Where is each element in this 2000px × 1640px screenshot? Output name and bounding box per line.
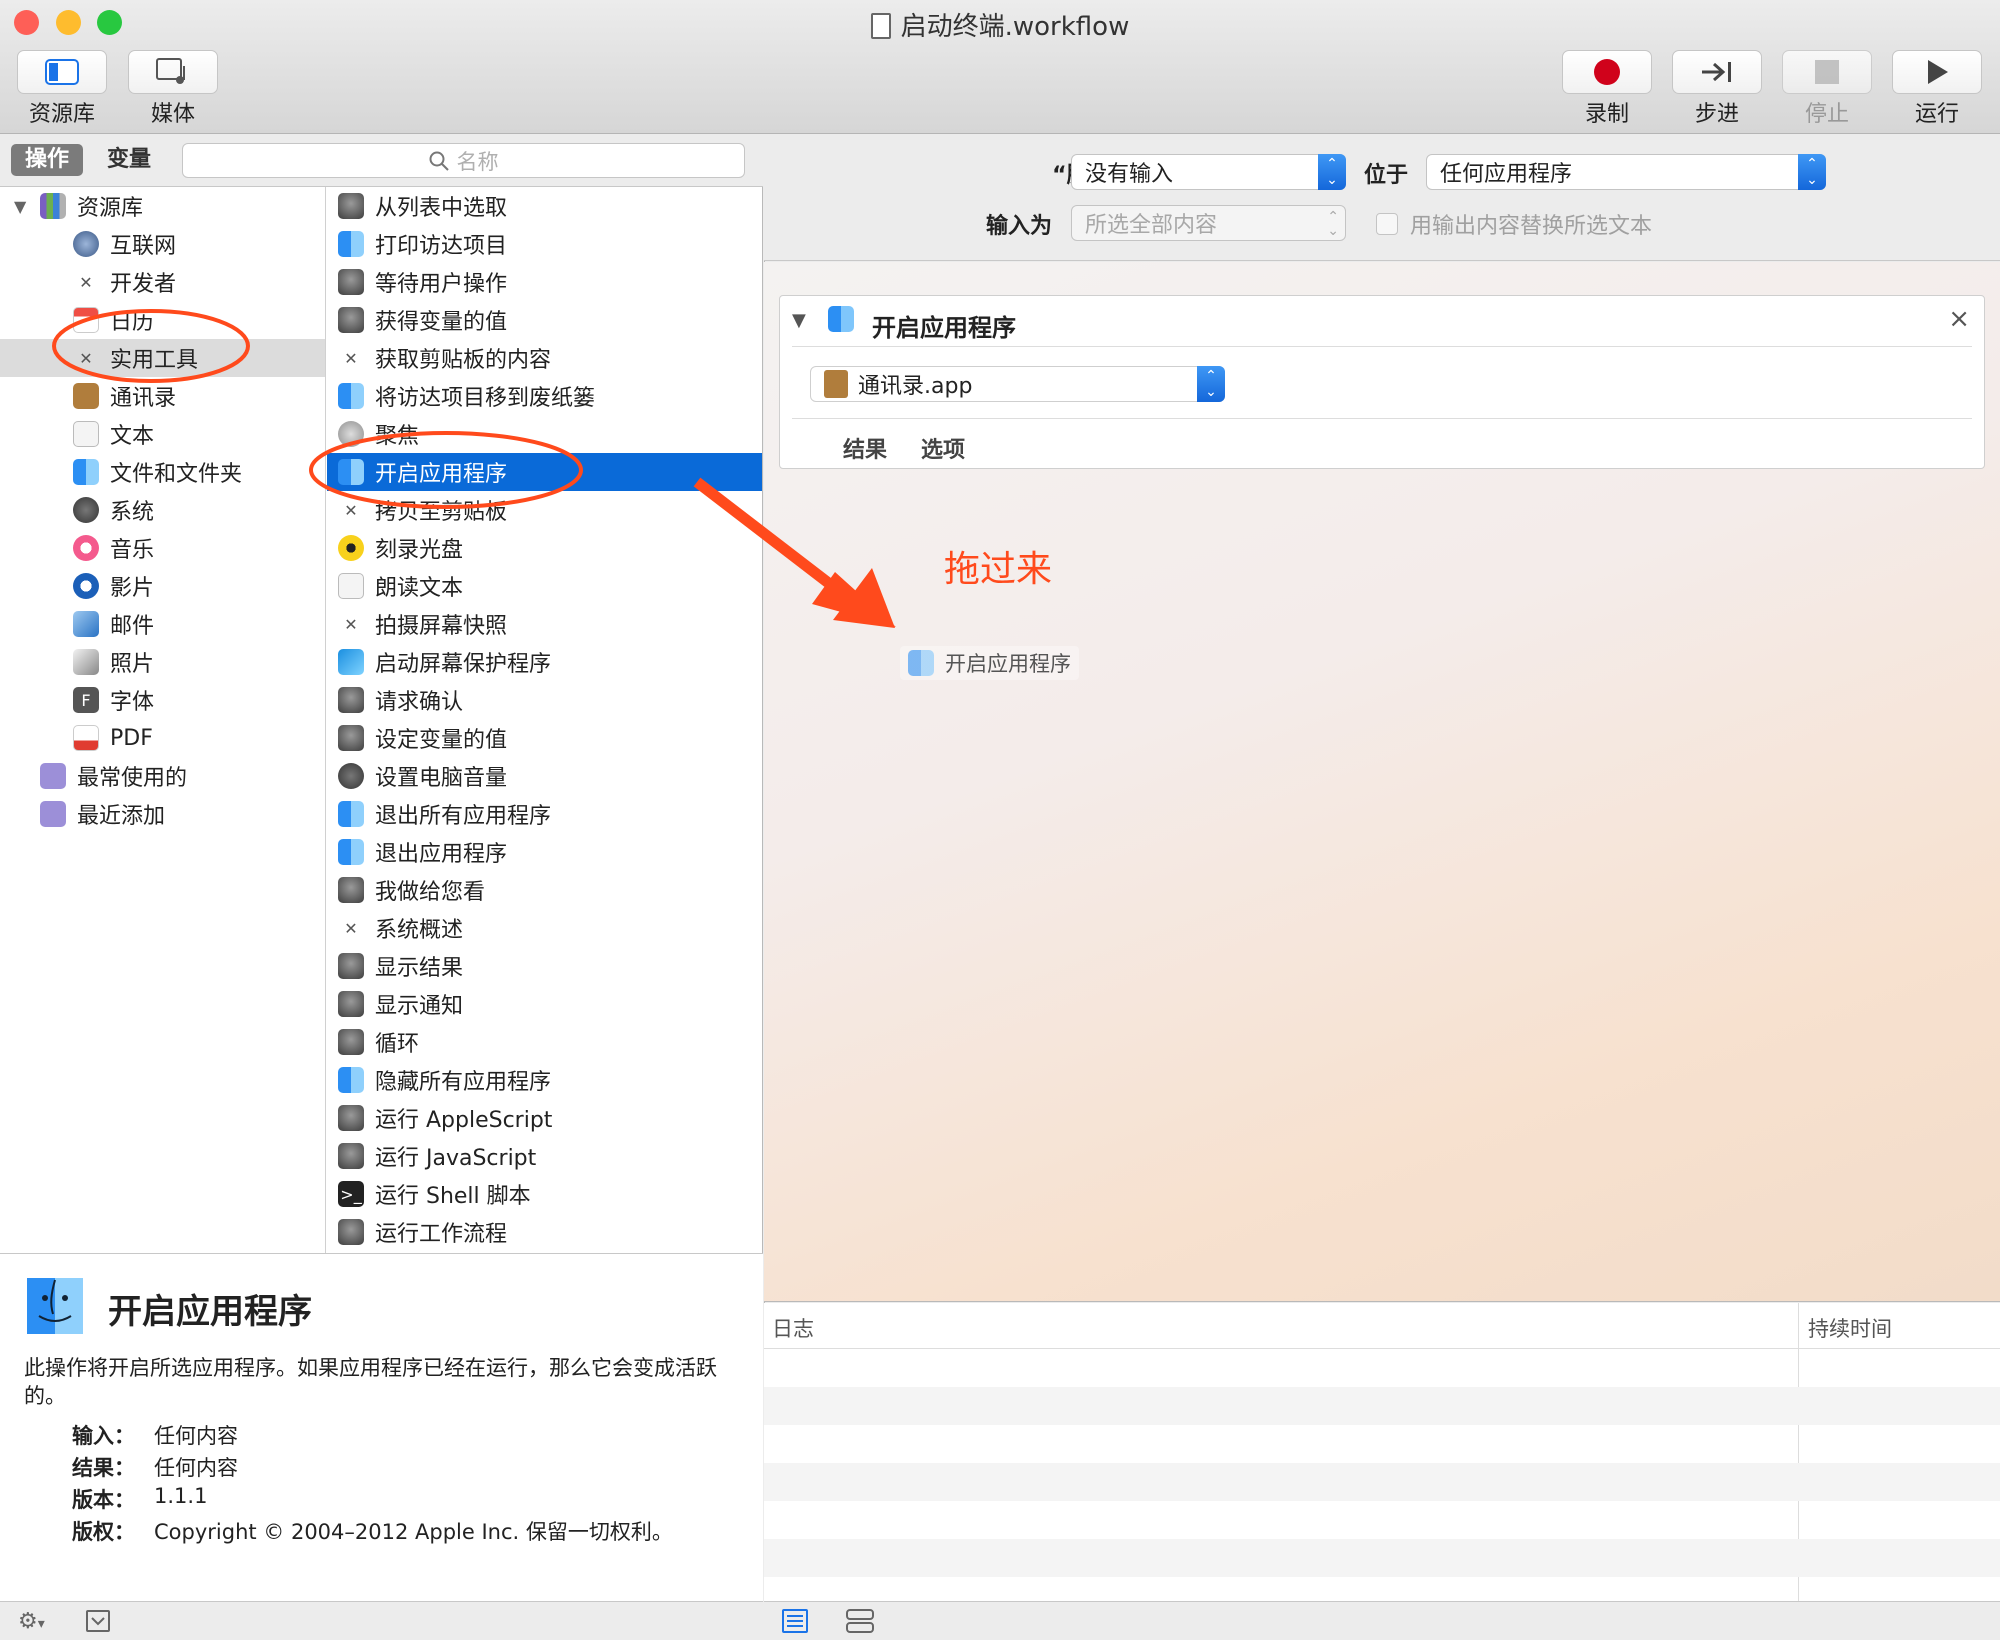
annotation-ellipse-open-app: [309, 431, 583, 509]
annotation-label: 拖过来: [944, 549, 1053, 590]
annotation-ellipse-utilities: [52, 309, 250, 383]
annotation-overlay: [52, 309, 896, 628]
annotation-arrow-shaft: [693, 477, 839, 593]
